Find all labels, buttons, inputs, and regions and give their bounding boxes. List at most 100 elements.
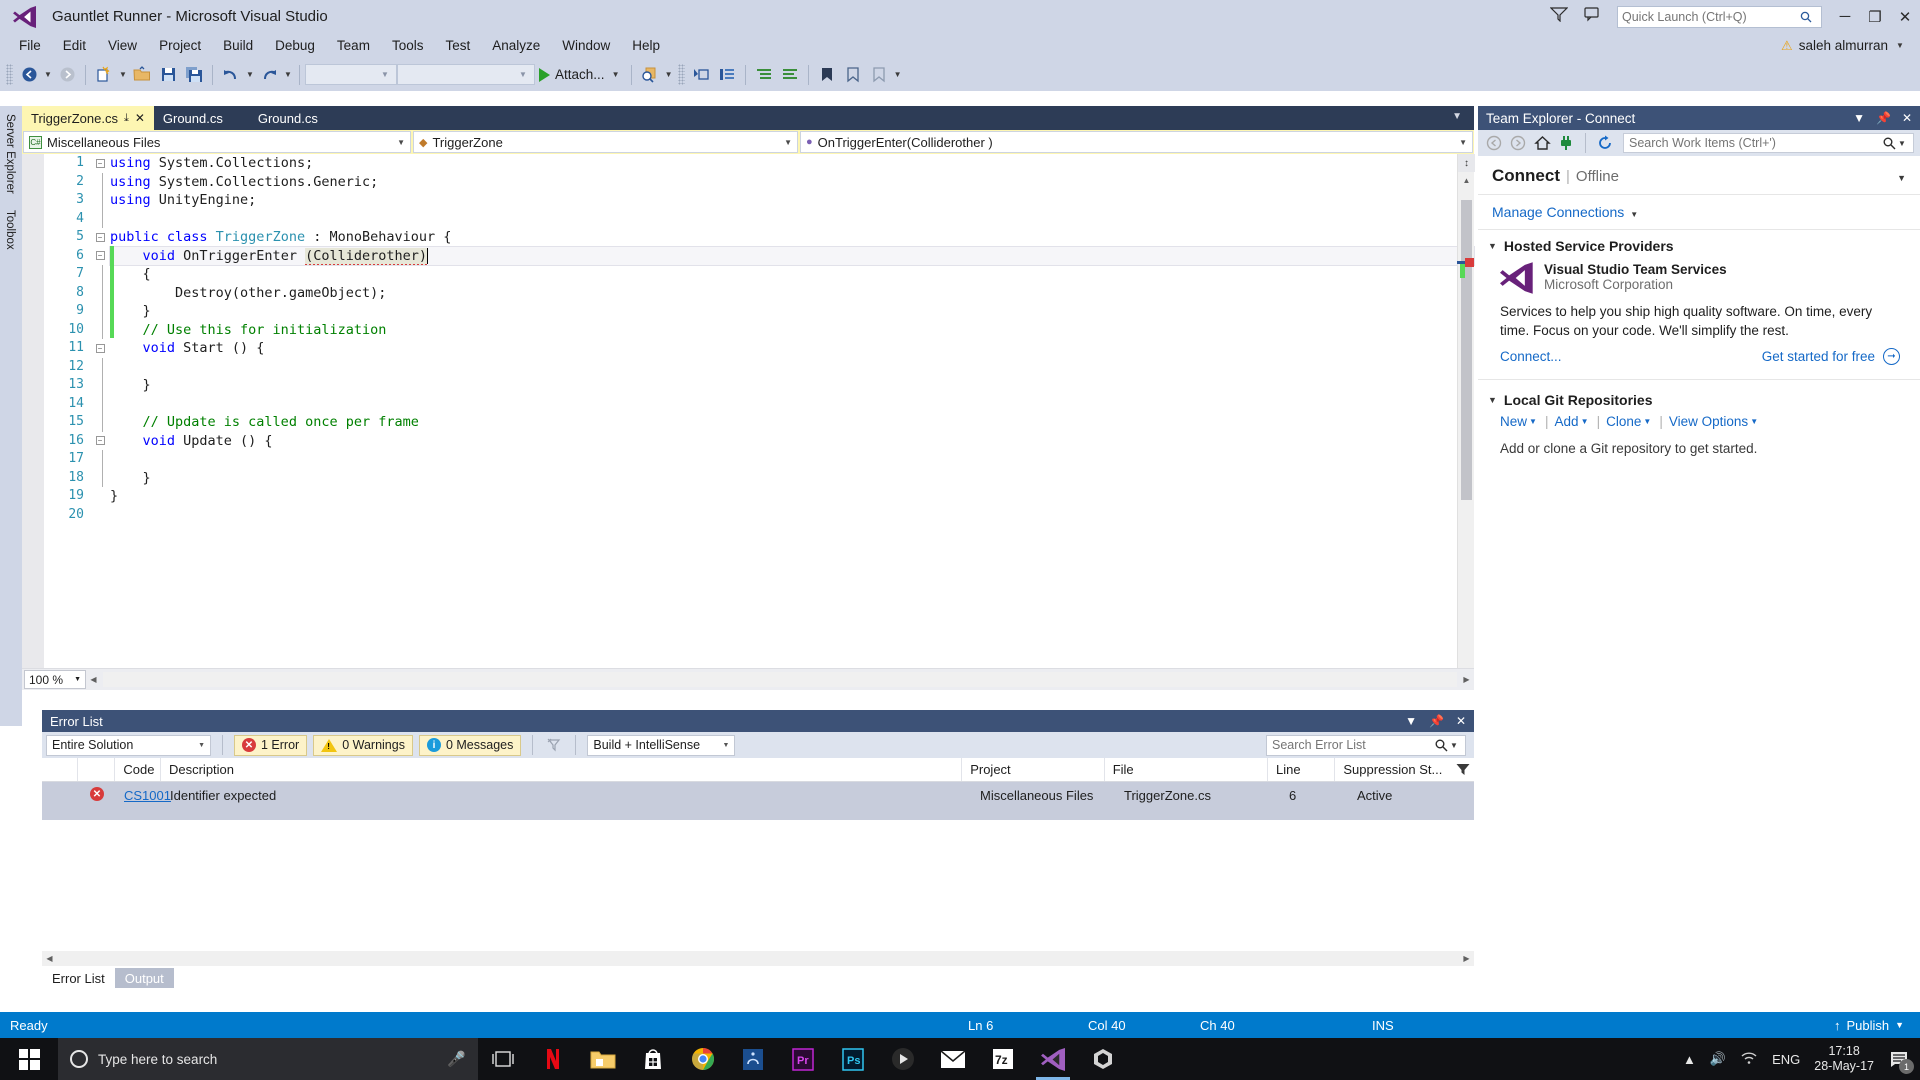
errors-filter-chip[interactable]: ✕ 1 Error: [234, 734, 308, 756]
clear-filter-icon[interactable]: [544, 735, 564, 755]
collapse-minus-icon[interactable]: −: [95, 436, 105, 446]
collapse-minus-icon[interactable]: −: [95, 251, 105, 261]
expand-triangle-icon[interactable]: ▼: [1488, 241, 1497, 251]
save-icon[interactable]: [155, 62, 181, 88]
fold-toggle[interactable]: −: [90, 432, 110, 451]
microphone-icon[interactable]: 🎤: [447, 1050, 466, 1068]
fold-toggle[interactable]: −: [90, 247, 110, 266]
document-tab-ground-1[interactable]: Ground.cs: [154, 106, 232, 130]
menu-tools[interactable]: Tools: [381, 35, 435, 56]
premiere-pro-icon[interactable]: Pr: [778, 1038, 828, 1080]
git-view-options-link[interactable]: View Options: [1669, 414, 1748, 429]
step-into-icon[interactable]: [688, 62, 714, 88]
navigate-back-dropdown-icon[interactable]: ▼: [42, 70, 54, 79]
forward-icon[interactable]: [1508, 133, 1528, 153]
send-feedback-icon[interactable]: [1584, 6, 1603, 27]
menu-debug[interactable]: Debug: [264, 35, 326, 56]
code-line[interactable]: {: [110, 265, 1474, 284]
error-search-box[interactable]: ▼: [1266, 734, 1466, 756]
editor-horizontal-scrollbar[interactable]: [103, 672, 1457, 687]
scope-selector[interactable]: Entire Solution ▼: [46, 734, 211, 756]
close-button[interactable]: ✕: [1890, 0, 1920, 33]
zoom-level-selector[interactable]: 100 % ▼: [24, 670, 86, 689]
mail-icon[interactable]: [928, 1038, 978, 1080]
git-new-link[interactable]: New: [1500, 414, 1527, 429]
menu-test[interactable]: Test: [434, 35, 481, 56]
messages-filter-chip[interactable]: i 0 Messages: [418, 734, 522, 756]
code-line[interactable]: [110, 506, 1474, 525]
build-filter-selector[interactable]: Build + IntelliSense ▼: [587, 734, 736, 756]
menu-window[interactable]: Window: [551, 35, 621, 56]
chevron-down-icon[interactable]: ▼: [1853, 111, 1865, 125]
publish-button[interactable]: ↑ Publish ▼: [1834, 1018, 1920, 1033]
show-hidden-icons-icon[interactable]: ▲: [1683, 1052, 1696, 1067]
collapse-minus-icon[interactable]: −: [95, 158, 105, 168]
menu-edit[interactable]: Edit: [52, 35, 97, 56]
hosted-providers-header[interactable]: ▼ Hosted Service Providers: [1478, 230, 1920, 258]
microsoft-store-icon[interactable]: [628, 1038, 678, 1080]
chevron-down-icon[interactable]: ▼: [389, 138, 405, 147]
scroll-right-icon[interactable]: ▶: [1459, 951, 1474, 966]
menu-team[interactable]: Team: [326, 35, 381, 56]
code-line[interactable]: using System.Collections.Generic;: [110, 173, 1474, 192]
expand-triangle-icon[interactable]: ▼: [1488, 395, 1497, 405]
code-line[interactable]: void Update () {: [110, 432, 1474, 451]
close-icon[interactable]: ✕: [135, 111, 145, 125]
7zip-icon[interactable]: 7z: [978, 1038, 1028, 1080]
editor-split-icon[interactable]: ↕: [1458, 154, 1475, 172]
work-items-search-box[interactable]: ▼: [1623, 133, 1914, 153]
column-project[interactable]: Project: [962, 758, 1105, 781]
menu-analyze[interactable]: Analyze: [481, 35, 551, 56]
code-line[interactable]: Destroy(other.gameObject);: [110, 284, 1474, 303]
find-icon[interactable]: [637, 62, 663, 88]
code-line[interactable]: void OnTriggerEnter (Colliderother)​: [109, 245, 1475, 266]
toolbar-overflow-icon[interactable]: ▼: [892, 70, 904, 79]
new-project-dropdown-icon[interactable]: ▼: [117, 70, 129, 79]
redo-icon[interactable]: [256, 62, 282, 88]
pin-icon[interactable]: ⤓: [124, 112, 129, 125]
comment-icon[interactable]: [714, 62, 740, 88]
volume-icon[interactable]: 🔊: [1710, 1051, 1726, 1067]
new-project-icon[interactable]: [91, 62, 117, 88]
photoshop-icon[interactable]: Ps: [828, 1038, 878, 1080]
solution-platform-combo[interactable]: ▼: [397, 64, 535, 85]
chevron-down-icon[interactable]: ▼: [1527, 417, 1539, 426]
fold-toggle[interactable]: −: [90, 228, 110, 247]
navigate-forward-icon[interactable]: [54, 62, 80, 88]
chevron-down-icon[interactable]: ▼: [1748, 417, 1760, 426]
get-started-link[interactable]: Get started for free: [1762, 349, 1875, 364]
home-icon[interactable]: [1532, 133, 1552, 153]
visual-studio-icon[interactable]: [1028, 1038, 1078, 1080]
code-line[interactable]: [110, 358, 1474, 377]
feedback-filter-icon[interactable]: [1549, 6, 1569, 27]
code-line[interactable]: }: [110, 302, 1474, 321]
open-file-icon[interactable]: [129, 62, 155, 88]
attach-button[interactable]: Attach... ▼: [535, 67, 626, 82]
git-add-link[interactable]: Add: [1555, 414, 1579, 429]
column-code[interactable]: Code: [115, 758, 161, 781]
scroll-up-icon[interactable]: ▲: [1458, 172, 1475, 189]
minimize-button[interactable]: ─: [1830, 0, 1860, 33]
toolbar-grip-2[interactable]: [677, 64, 685, 85]
chevron-down-icon[interactable]: ▼: [776, 138, 792, 147]
indicator-margin[interactable]: [22, 154, 44, 668]
rail-server-explorer[interactable]: Server Explorer: [0, 106, 20, 202]
local-git-header[interactable]: ▼ Local Git Repositories: [1478, 384, 1920, 412]
netflix-icon[interactable]: [528, 1038, 578, 1080]
work-items-search-input[interactable]: [1629, 136, 1883, 150]
scroll-left-icon[interactable]: ◀: [42, 951, 57, 966]
bookmark-icon[interactable]: [814, 62, 840, 88]
code-line[interactable]: }: [110, 469, 1474, 488]
type-selector[interactable]: ◆ TriggerZone ▼: [413, 131, 798, 153]
language-indicator[interactable]: ENG: [1772, 1052, 1800, 1067]
network-icon[interactable]: [1740, 1051, 1758, 1068]
fold-toggle[interactable]: −: [90, 154, 110, 173]
connect-link[interactable]: Connect...: [1500, 349, 1562, 364]
scrollbar-thumb[interactable]: [1461, 200, 1472, 500]
refresh-icon[interactable]: [1595, 133, 1615, 153]
menu-help[interactable]: Help: [621, 35, 671, 56]
tab-output[interactable]: Output: [114, 968, 174, 988]
file-explorer-icon[interactable]: [578, 1038, 628, 1080]
chevron-down-icon[interactable]: ▼: [1894, 41, 1906, 50]
user-account-area[interactable]: ⚠ saleh almurran ▼: [1781, 38, 1920, 54]
